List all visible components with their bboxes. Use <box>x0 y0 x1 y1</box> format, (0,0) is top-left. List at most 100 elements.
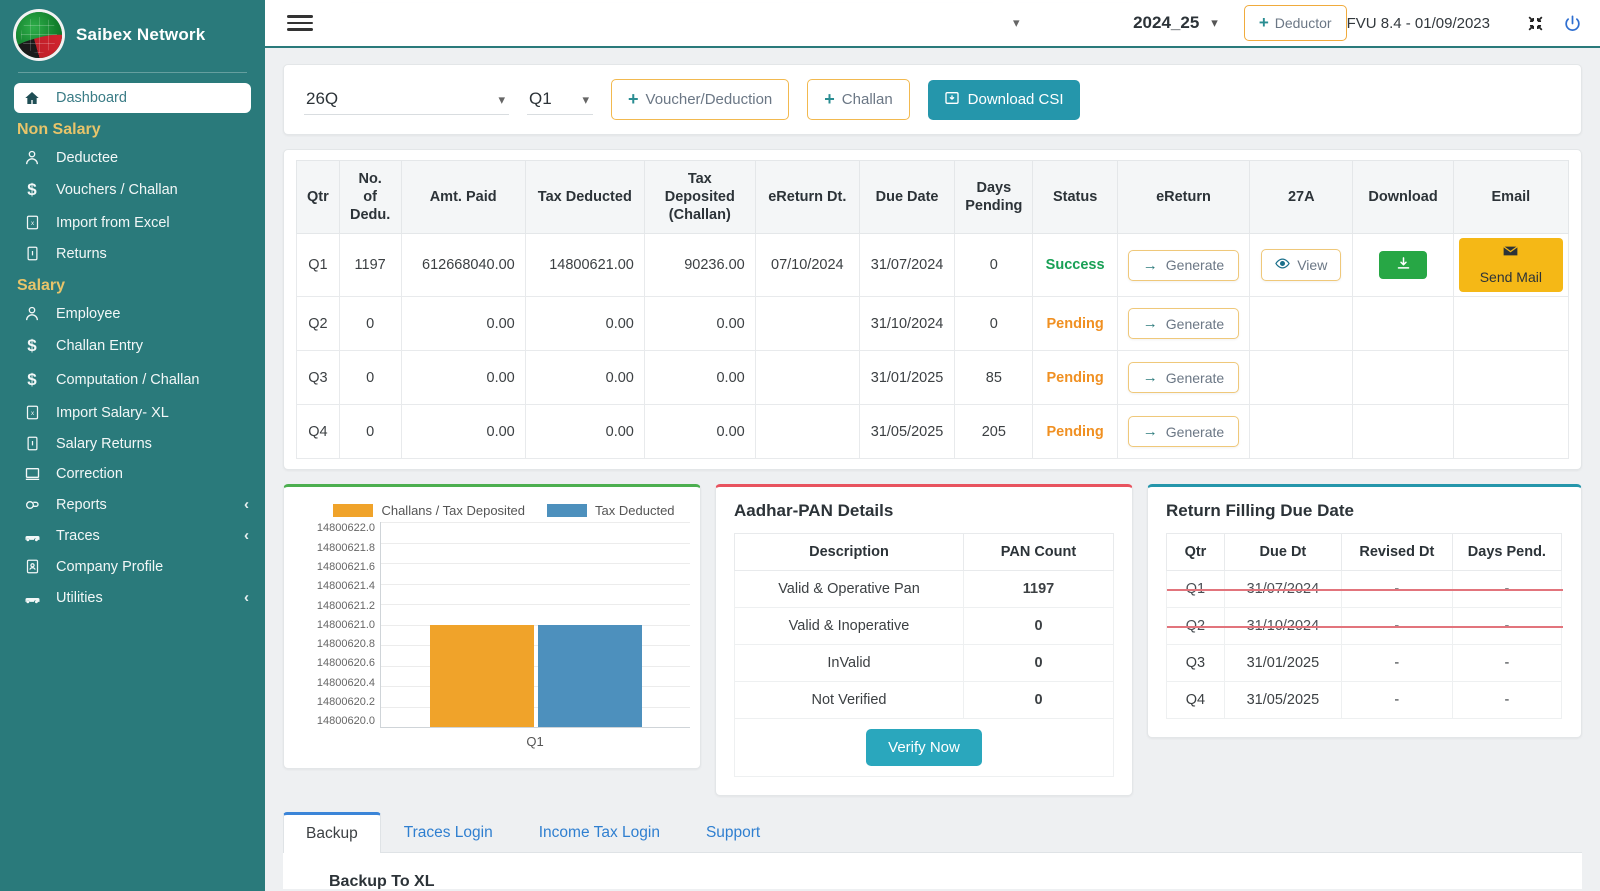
sidebar-item-label: Challan Entry <box>56 338 144 354</box>
y-tick: 14800621.6 <box>316 560 375 573</box>
cell-due-date: 31/01/2025 <box>858 350 956 406</box>
generate-ereturn-button[interactable]: → Generate <box>1127 362 1240 394</box>
topbar-icons <box>1526 14 1582 33</box>
deductor-name-field[interactable]: DEDUCTOR NAME <box>351 0 781 3</box>
table-row: Q4 0 0.00 0.00 0.00 31/05/2025 205 Pendi… <box>296 404 1570 460</box>
svg-text:x: x <box>30 410 34 417</box>
sidebar-item-label: Utilities <box>56 589 103 606</box>
hamburger-icon[interactable] <box>287 15 313 31</box>
sidebar-item-employee[interactable]: Employee <box>0 298 265 329</box>
cell-email <box>1452 296 1570 352</box>
form-type-select[interactable]: 26Q <box>304 85 509 115</box>
deductor-tan-field[interactable]: TAN <box>1013 0 1134 3</box>
tab-traces-login[interactable]: Traces Login <box>381 813 516 852</box>
dollar-icon: $ <box>27 336 37 355</box>
cell-qtr: Q4 <box>1166 681 1225 720</box>
table-row: Q3 31/01/2025 - - <box>1166 644 1563 683</box>
cell-revised-dt: - <box>1340 607 1453 646</box>
cell-download <box>1352 296 1454 352</box>
cell-27a <box>1249 404 1354 460</box>
cell-qtr: Q4 <box>296 404 340 460</box>
add-voucher-deduction-button[interactable]: + Voucher/Deduction <box>611 79 790 120</box>
cell-27a <box>1249 296 1354 352</box>
sidebar-item-utilities[interactable]: Utilities ‹ <box>0 582 265 613</box>
deductor-selector-clipped[interactable]: DEDUCTOR NAME CODE ▾ TAN <box>313 0 1134 46</box>
sidebar-item-challan-entry[interactable]: $ Challan Entry <box>0 329 265 363</box>
add-challan-button[interactable]: + Challan <box>807 79 910 120</box>
generate-ereturn-button[interactable]: → Generate <box>1127 249 1240 281</box>
status-badge: Success <box>1032 233 1118 298</box>
sidebar-item-traces[interactable]: Traces ‹ <box>0 520 265 551</box>
cell-ereturn-dt <box>754 296 860 352</box>
deductor-code-field[interactable]: CODE <box>793 0 993 3</box>
panel-title: Aadhar-PAN Details <box>734 501 894 521</box>
cell-description: Valid & Operative Pan <box>734 570 964 609</box>
chevron-down-icon[interactable]: ▾ <box>1211 15 1218 31</box>
compress-icon[interactable] <box>1526 14 1545 33</box>
sidebar-item-vouchers-challan[interactable]: $ Vouchers / Challan <box>0 173 265 207</box>
cell-due-dt: 31/07/2024 <box>1223 570 1342 609</box>
sidebar-item-label: Company Profile <box>56 558 164 575</box>
add-deductor-button[interactable]: + Deductor <box>1243 5 1347 41</box>
sidebar-item-label: Dashboard <box>56 90 127 106</box>
cell-description: InValid <box>734 644 964 683</box>
cell-days-pending: 205 <box>954 404 1034 460</box>
table-header-row: Description PAN Count <box>734 533 1114 572</box>
generate-label: Generate <box>1165 423 1225 440</box>
sidebar-group-non-salary: Non Salary <box>17 121 101 138</box>
cell-due-dt: 31/05/2025 <box>1223 681 1342 720</box>
sidebar-item-deductee[interactable]: Deductee <box>0 142 265 173</box>
cell-days-pend: - <box>1451 644 1563 683</box>
legend-swatch-blue <box>547 504 588 518</box>
financial-year-selector[interactable]: 2024_25 ▾ <box>1133 13 1218 33</box>
table-row: Q2 31/10/2024 - - <box>1166 607 1563 646</box>
sidebar-group-salary: Salary <box>17 277 66 294</box>
chevron-down-icon[interactable]: ▾ <box>1013 15 1020 31</box>
verify-row: Verify Now <box>734 718 1114 778</box>
sidebar-item-reports[interactable]: Reports ‹ <box>0 489 265 520</box>
generate-label: Generate <box>1165 257 1225 274</box>
cell-days-pend: - <box>1451 570 1563 609</box>
sidebar-item-returns[interactable]: Returns <box>0 238 265 269</box>
download-csi-button[interactable]: Download CSI <box>927 79 1080 120</box>
sidebar-item-computation-challan[interactable]: $ Computation / Challan <box>0 363 265 397</box>
view-27a-button[interactable]: View <box>1261 249 1342 282</box>
send-mail-button[interactable]: Send Mail <box>1458 238 1563 293</box>
cell-ereturn: → Generate <box>1116 296 1251 352</box>
cell-tax-deposited: 0.00 <box>643 350 756 406</box>
download-return-button[interactable] <box>1379 251 1428 280</box>
cell-days-pending: 85 <box>954 350 1034 406</box>
cell-description: Valid & Inoperative <box>734 607 964 646</box>
verify-cell: Verify Now <box>734 718 1114 778</box>
table-row: Q4 31/05/2025 - - <box>1166 681 1563 720</box>
sidebar-item-correction[interactable]: Correction <box>0 459 265 489</box>
y-tick: 14800620.2 <box>316 696 375 709</box>
sidebar-item-import-salary-xl[interactable]: x Import Salary- XL <box>0 397 265 428</box>
verify-now-button[interactable]: Verify Now <box>866 729 982 767</box>
chevron-left-icon: ‹ <box>244 496 249 513</box>
sidebar-item-salary-returns[interactable]: Salary Returns <box>0 428 265 459</box>
generate-label: Generate <box>1165 315 1225 332</box>
tab-support[interactable]: Support <box>683 813 783 852</box>
cell-no-dedu: 0 <box>338 404 402 460</box>
sidebar-item-company-profile[interactable]: Company Profile <box>0 551 265 582</box>
cell-27a: View <box>1249 233 1354 298</box>
table-header-row: Qtr Due Dt Revised Dt Days Pend. <box>1166 533 1563 572</box>
sidebar-item-dashboard[interactable]: Dashboard <box>14 83 251 113</box>
quarter-select[interactable]: Q1 <box>527 85 593 115</box>
download-icon <box>1396 256 1411 274</box>
cell-revised-dt: - <box>1340 681 1453 720</box>
sidebar-item-label: Employee <box>56 305 121 322</box>
tab-backup[interactable]: Backup <box>283 812 381 854</box>
cell-amt-paid: 0.00 <box>400 350 526 406</box>
sidebar-divider <box>18 72 247 73</box>
status-badge: Pending <box>1032 296 1118 352</box>
tab-income-tax-login[interactable]: Income Tax Login <box>516 813 683 852</box>
generate-ereturn-button[interactable]: → Generate <box>1127 308 1240 340</box>
power-icon[interactable] <box>1563 14 1582 33</box>
table-head: Qtr No. of Dedu. Amt. Paid Tax Deducted T… <box>296 159 1570 235</box>
sidebar-item-import-from-excel[interactable]: x Import from Excel <box>0 207 265 238</box>
col-qtr: Qtr <box>296 159 340 235</box>
cell-ereturn: → Generate <box>1116 233 1251 298</box>
generate-ereturn-button[interactable]: → Generate <box>1127 416 1240 448</box>
